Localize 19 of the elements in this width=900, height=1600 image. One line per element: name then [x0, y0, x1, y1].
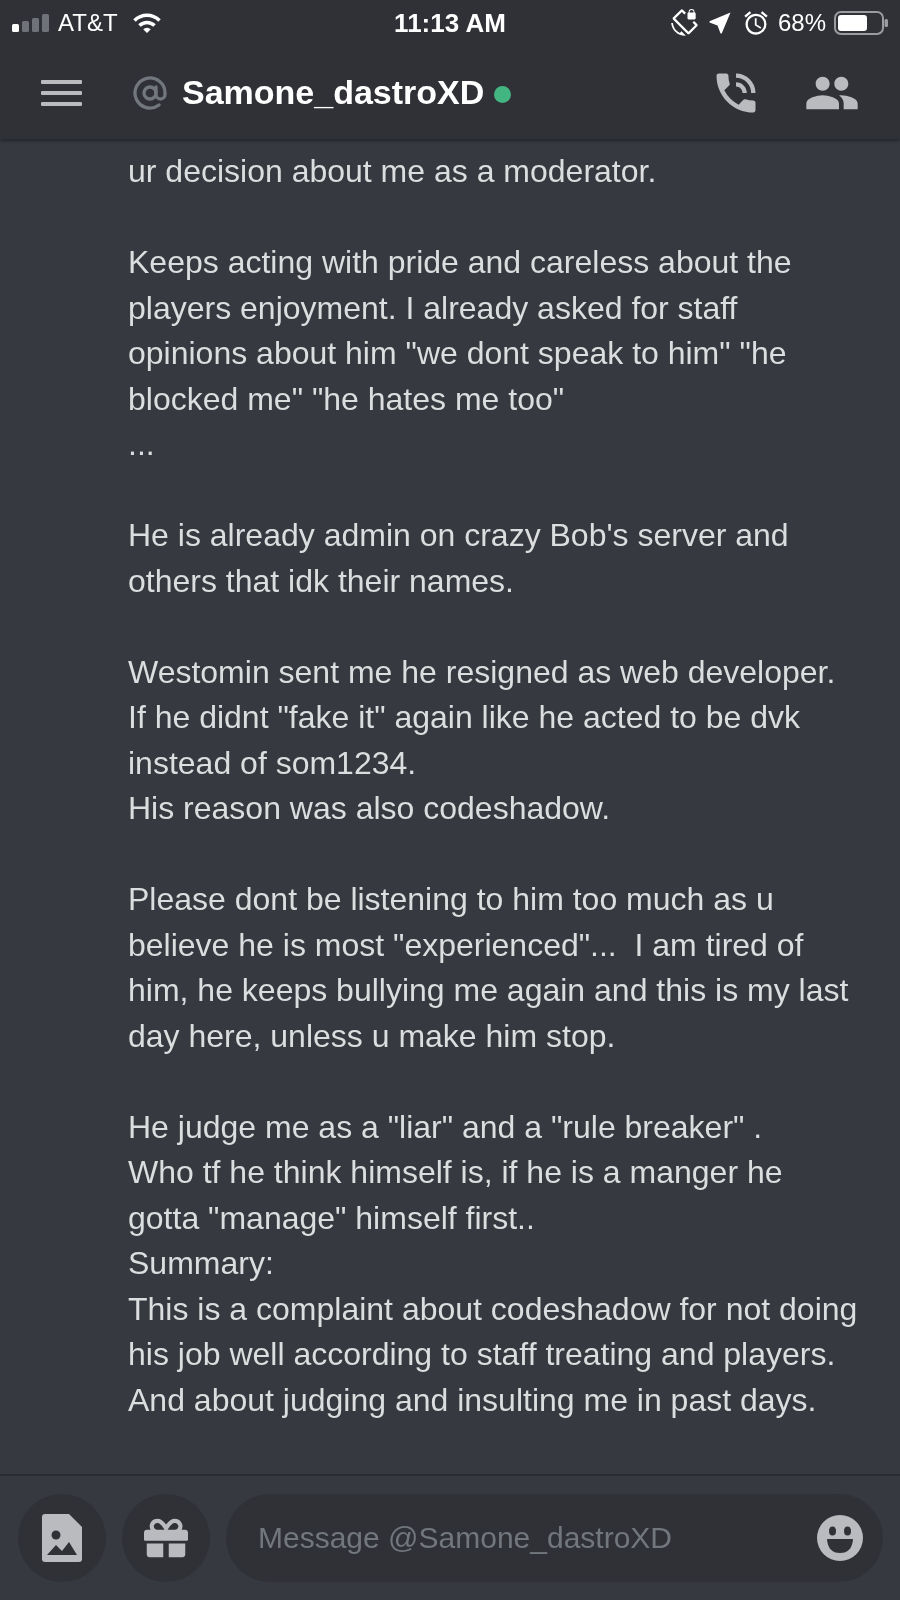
battery-percentage: 68%: [777, 8, 826, 38]
message-paragraph: ur decision about me as a moderator.: [128, 152, 657, 191]
gift-icon: [144, 1516, 188, 1560]
battery-icon: [834, 11, 888, 35]
message-input-field[interactable]: Message @Samone_dastroXD: [226, 1494, 883, 1582]
carrier-name: AT&T: [58, 8, 118, 38]
signal-bars-icon: [12, 14, 50, 32]
clock-time: 11:13 AM: [394, 6, 506, 40]
message-paragraph: Westomin sent me he resigned as web developer. If he didnt "fake it" again like he acted to be dvk instead of som1234. His reason was also codeshadow.: [128, 652, 836, 828]
menu-icon[interactable]: [41, 79, 82, 106]
message-paragraph: Please dont be listening to him too much as u believe he is most "experienced"... I am tired of him, he keeps bullying me again and this is my last day here, unless u make him stop.: [128, 880, 849, 1056]
rotation-lock-icon: [669, 9, 698, 37]
smiley-icon[interactable]: [817, 1515, 863, 1561]
message-paragraph: He is already admin on crazy Bob's server and others that idk their names.: [128, 516, 789, 601]
image-file-icon: [42, 1514, 82, 1562]
message-paragraph: Keeps acting with pride and careless about the players enjoyment. I already asked for staff opinions about him "we dont speak to him" "he blocked me" "he hates me too" ...: [128, 243, 792, 464]
message-paragraph: He judge me as a "liar" and a "rule breaker" . Who tf he think himself is, if he is a manger he gotta "manage" himself first.. Summary: This is a complaint about codeshadow for not doing his job well according to staff treating and players. And about judging and insulting me in past days.: [128, 1107, 858, 1420]
at-sign-icon: [132, 74, 168, 111]
channel-title: Samone_dastroXD: [182, 72, 485, 113]
